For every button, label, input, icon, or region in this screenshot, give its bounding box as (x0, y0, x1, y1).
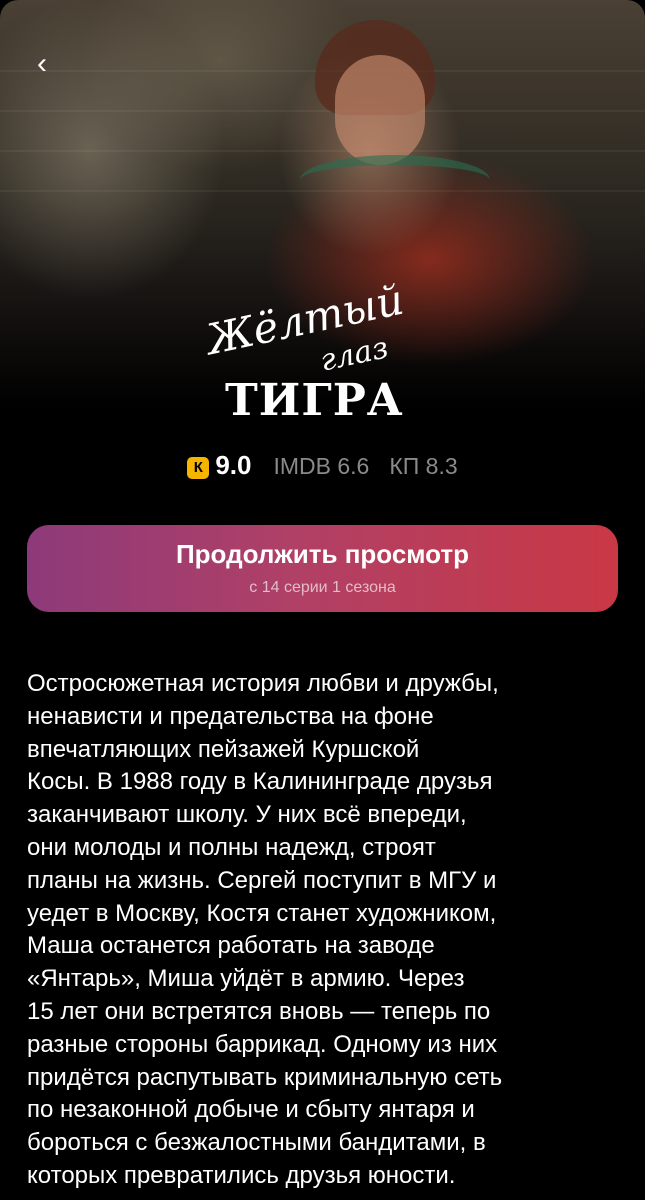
description-line: ненависти и предательства на фоне (27, 702, 434, 730)
ratings-row: К 9.0 IMDB 6.6 КП 8.3 (0, 450, 645, 481)
chevron-left-icon: ‹ (37, 47, 47, 80)
kinopoisk-badge-icon: К (187, 457, 210, 479)
description-line: разные стороны баррикад. Одному из них (27, 1030, 498, 1058)
description-line: впечатляющих пейзажей Куршской (27, 735, 420, 763)
description-line: они молоды и полны надежд, строят (27, 833, 436, 861)
description-line: по незаконной добыче и сбыту янтаря и (27, 1096, 475, 1124)
continue-button-sublabel: с 14 серии 1 сезона (249, 579, 396, 596)
kp-rating: КП 8.3 (389, 453, 458, 479)
description-line: уедет в Москву, Костя станет художником, (27, 899, 497, 927)
description-line: планы на жизнь. Сергей поступит в МГУ и (27, 866, 497, 894)
description-line: «Янтарь», Миша уйдёт в армию. Через (27, 965, 465, 993)
main-rating: 9.0 (215, 450, 252, 480)
description-line: придётся распутывать криминальную сеть (27, 1063, 503, 1091)
description-line: которых превратились друзья юности. (27, 1161, 456, 1189)
imdb-rating: IMDB 6.6 (273, 453, 370, 479)
logo-block-line: ТИГРА (225, 375, 404, 426)
back-button[interactable]: ‹ (22, 48, 62, 84)
description-line: Косы. В 1988 году в Калининграде друзья (27, 768, 493, 796)
hero-image (0, 0, 645, 520)
description-line: Остросюжетная история любви и дружбы, (27, 670, 499, 697)
description-line: бороться с безжалостными бандитами, в (27, 1129, 486, 1157)
description-line: заканчивают школу. У них всё впереди, (27, 801, 467, 829)
jacket-collar (300, 155, 490, 205)
continue-watching-button[interactable]: Продолжить просмотр с 14 серии 1 сезона (27, 525, 618, 612)
hero-banner: ‹ Жёлтый глаз ТИГРА (0, 0, 645, 520)
title-logo: Жёлтый глаз ТИГРА (190, 275, 460, 435)
description-line: 15 лет они встретятся вновь — теперь по (27, 997, 491, 1025)
description-text: Остросюжетная история любви и дружбы, не… (27, 668, 619, 1193)
actress-face (335, 55, 425, 165)
continue-button-label: Продолжить просмотр (175, 539, 470, 569)
description-line: Маша останется работать на заводе (27, 932, 435, 960)
